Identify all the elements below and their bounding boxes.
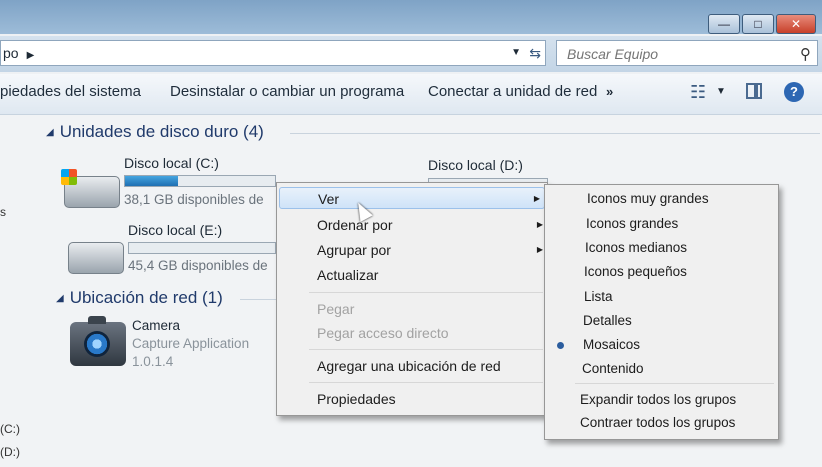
address-dropdown-icon[interactable]: ▼ xyxy=(511,41,521,65)
drive-c-usage-bar xyxy=(124,175,276,187)
maximize-button[interactable]: □ xyxy=(742,14,774,34)
expand-all-groups[interactable]: Expandir todos los grupos xyxy=(545,389,778,411)
help-icon[interactable]: ? xyxy=(784,82,804,102)
ctx-item-label: Agregar una ubicación de red xyxy=(317,358,501,374)
breadcrumb-chevron-icon[interactable]: ▶ xyxy=(27,50,35,61)
ctx-item-ver[interactable]: Ver ▶ xyxy=(279,187,545,209)
menu-separator xyxy=(575,383,774,384)
view-option-small[interactable]: Iconos pequeños xyxy=(545,261,778,283)
view-option-content[interactable]: Contenido xyxy=(545,358,778,380)
view-option-label: Iconos muy grandes xyxy=(587,191,709,206)
view-option-label: Contenido xyxy=(582,361,644,376)
camera-lens xyxy=(84,331,110,357)
view-option-label: Iconos pequeños xyxy=(584,264,687,279)
view-option-label: Detalles xyxy=(583,313,632,328)
view-submenu: Iconos muy grandes Iconos grandes Iconos… xyxy=(544,184,779,440)
group-title: Ubicación de red (1) xyxy=(69,288,223,307)
ctx-item-actualizar[interactable]: Actualizar xyxy=(277,264,547,286)
hard-drive-icon[interactable] xyxy=(68,242,124,274)
nav-pane-stub: s xyxy=(0,205,6,219)
ctx-item-label: Pegar acceso directo xyxy=(317,325,449,341)
view-option-label: Expandir todos los grupos xyxy=(580,392,737,407)
breadcrumb[interactable]: po xyxy=(3,45,19,61)
ctx-item-agregar-red[interactable]: Agregar una ubicación de red xyxy=(277,355,547,377)
ctx-item-label: Ordenar por xyxy=(317,217,393,233)
menu-separator xyxy=(309,349,543,350)
group-header-network[interactable]: ◢ Ubicación de red (1) xyxy=(56,288,223,308)
ctx-item-label: Actualizar xyxy=(317,267,379,283)
toolbar-map-network-drive[interactable]: Conectar a unidad de red xyxy=(428,83,597,100)
refresh-icon[interactable]: ⇆ xyxy=(529,41,541,65)
ctx-item-label: Propiedades xyxy=(317,391,396,407)
ctx-item-pegar[interactable]: Pegar xyxy=(277,298,547,320)
camera-hump xyxy=(88,316,106,324)
change-view-icon[interactable]: ☷ xyxy=(690,82,706,103)
command-toolbar: piedades del sistema Desinstalar o cambi… xyxy=(0,74,822,115)
toolbar-more-button[interactable]: » xyxy=(606,84,613,99)
view-option-label: Contraer todos los grupos xyxy=(580,415,736,430)
view-option-label: Mosaicos xyxy=(583,337,641,352)
ctx-item-agrupar[interactable]: Agrupar por ▶ xyxy=(277,239,547,261)
minimize-button[interactable]: — xyxy=(708,14,740,34)
ctx-item-ordenar[interactable]: Ordenar por ▶ xyxy=(277,214,547,236)
toolbar-uninstall-program[interactable]: Desinstalar o cambiar un programa xyxy=(170,83,404,100)
address-field[interactable]: po ▶ ▼ ⇆ xyxy=(0,40,546,66)
address-bar: po ▶ ▼ ⇆ ⚲ xyxy=(0,36,822,72)
ctx-item-pegar-acceso[interactable]: Pegar acceso directo xyxy=(277,322,547,344)
view-option-label: Lista xyxy=(584,289,613,304)
view-option-large[interactable]: Iconos grandes xyxy=(545,213,778,235)
selected-radio-icon xyxy=(557,342,564,349)
close-button[interactable]: ✕ xyxy=(776,14,816,34)
group-header-hard-disks[interactable]: ◢ Unidades de disco duro (4) xyxy=(46,122,264,142)
collapse-triangle-icon[interactable]: ◢ xyxy=(56,293,64,304)
view-option-medium[interactable]: Iconos medianos xyxy=(545,237,778,259)
camera-version: 1.0.1.4 xyxy=(132,354,174,369)
view-option-extra-large[interactable]: Iconos muy grandes xyxy=(545,188,778,210)
search-input[interactable] xyxy=(565,41,789,67)
search-icon[interactable]: ⚲ xyxy=(800,43,811,67)
window-controls: — □ ✕ xyxy=(708,14,816,34)
search-field[interactable]: ⚲ xyxy=(556,40,818,67)
windows-logo-icon xyxy=(61,169,77,185)
submenu-arrow-icon: ▶ xyxy=(536,220,543,229)
title-bar: — □ ✕ xyxy=(0,0,822,34)
group-divider xyxy=(290,133,820,134)
view-option-list[interactable]: Lista xyxy=(545,286,778,308)
camera-name[interactable]: Camera xyxy=(132,318,180,333)
ctx-item-label: Ver xyxy=(318,191,340,207)
submenu-arrow-icon: ▶ xyxy=(536,245,543,254)
view-option-tiles[interactable]: Mosaicos xyxy=(545,334,778,356)
view-dropdown-icon[interactable]: ▼ xyxy=(716,86,726,97)
group-title: Unidades de disco duro (4) xyxy=(59,122,264,141)
collapse-triangle-icon[interactable]: ◢ xyxy=(46,127,54,138)
view-option-label: Iconos medianos xyxy=(585,240,688,255)
drive-d-name[interactable]: Disco local (D:) xyxy=(428,157,523,173)
ctx-item-propiedades[interactable]: Propiedades xyxy=(277,388,547,410)
submenu-arrow-icon: ▶ xyxy=(533,194,540,203)
view-option-label: Iconos grandes xyxy=(586,216,679,231)
menu-separator xyxy=(309,382,543,383)
drive-e-name[interactable]: Disco local (E:) xyxy=(128,222,222,238)
drive-c-free-space: 38,1 GB disponibles de xyxy=(124,192,264,207)
menu-separator xyxy=(309,292,543,293)
collapse-all-groups[interactable]: Contraer todos los grupos xyxy=(545,412,778,434)
preview-pane-icon[interactable] xyxy=(746,83,762,99)
drive-c-name[interactable]: Disco local (C:) xyxy=(124,155,219,171)
drive-c-usage-fill xyxy=(125,176,178,186)
group-divider xyxy=(240,299,276,300)
context-menu: Ver ▶ Ordenar por ▶ Agrupar por ▶ Actualiza… xyxy=(276,182,548,416)
camera-icon[interactable] xyxy=(70,316,126,366)
ctx-item-label: Agrupar por xyxy=(317,242,391,258)
toolbar-system-properties[interactable]: piedades del sistema xyxy=(0,83,141,100)
hard-drive-icon[interactable] xyxy=(61,169,120,208)
view-option-details[interactable]: Detalles xyxy=(545,310,778,332)
camera-type: Capture Application xyxy=(132,336,250,351)
nav-pane-drive-d[interactable]: (D:) xyxy=(0,445,20,459)
drive-e-free-space: 45,4 GB disponibles de xyxy=(128,258,268,273)
ctx-item-label: Pegar xyxy=(317,301,355,317)
nav-pane-drive-c[interactable]: (C:) xyxy=(0,422,20,436)
drive-e-usage-bar xyxy=(128,242,276,254)
